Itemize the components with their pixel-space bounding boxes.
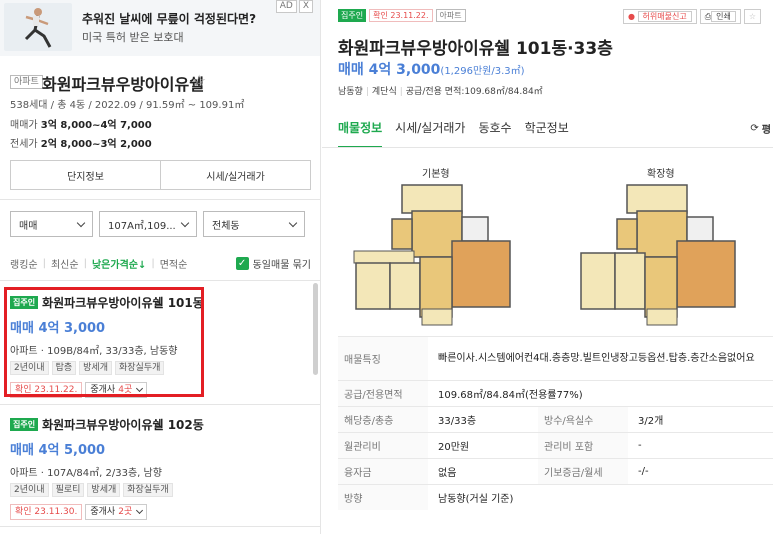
table-row: 방향 남동향(거실 기준) <box>338 484 773 510</box>
detail-title: 화원파크뷰우방아이유쉘 101동·33층 <box>338 39 613 59</box>
ad-banner[interactable]: 추워진 날씨에 무릎이 걱정된다면? 미국 특허 받은 보호대 AD X <box>0 0 320 56</box>
agent-count-button[interactable]: 중개사 2곳 <box>85 504 148 520</box>
floorplan-ext-image[interactable] <box>577 181 737 327</box>
tab-price-history[interactable]: 시세/실거래가 <box>395 112 465 148</box>
row-value: 20만원 <box>438 442 470 453</box>
row-label: 해당층/총층 <box>338 407 428 432</box>
detail-tabs: 매물정보 시세/실거래가 동호수 학군정보 <box>338 112 569 148</box>
table-row: 해당층/총층 33/33층 방수/욕실수 3/2개 <box>338 406 773 432</box>
pyeong-toggle[interactable]: ⟳ 평 <box>750 121 771 136</box>
listing-price: 매매 4억 5,000 <box>10 443 106 458</box>
row-label: 월관리비 <box>338 433 428 458</box>
floorplan-ext-label: 확장형 <box>647 169 675 180</box>
row-value: 109.68㎡/84.84㎡(전용률77%) <box>438 390 583 401</box>
confirm-date-badge: 확인 23.11.30. <box>10 504 83 520</box>
refresh-icon: ⟳ <box>750 123 759 134</box>
detail-summary: 남동향 | 계단식 | 공급/전용 면적:109.68㎡/84.84㎡ <box>338 87 543 97</box>
sort-low-price[interactable]: 낮은가격순↓ <box>92 256 146 271</box>
row-value: - <box>638 440 642 451</box>
row-label: 융자금 <box>338 459 428 484</box>
listing-tag: 필로티 <box>51 483 85 497</box>
chevron-down-icon <box>180 218 190 227</box>
tab-school-info[interactable]: 학군정보 <box>525 112 569 148</box>
row-value: 없음 <box>438 468 457 479</box>
listing-item[interactable]: 집주인 화원파크뷰우방아이유쉘 102동 매매 4억 5,000 아파트 · 10… <box>10 416 310 520</box>
sort-ranking[interactable]: 랭킹순 <box>10 256 38 271</box>
listing-panel: 추워진 날씨에 무릎이 걱정된다면? 미국 특허 받은 보호대 AD X 아파트… <box>0 0 321 534</box>
rent-price-range: 전세가 2억 8,000~3억 2,000 <box>10 139 152 150</box>
owner-badge: 집주인 <box>338 9 367 22</box>
ad-label[interactable]: AD <box>275 0 297 13</box>
price-history-button[interactable]: 시세/실거래가 <box>160 161 310 189</box>
floorplan-basic-label: 기본형 <box>422 169 450 180</box>
listing-detail: 아파트 · 107A/84㎡, 2/33층, 남향 <box>10 468 162 479</box>
divider <box>0 199 320 200</box>
tab-unit-numbers[interactable]: 동호수 <box>478 112 511 148</box>
checkbox-checked-icon[interactable]: ✓ <box>235 257 249 270</box>
listing-tag: 방세개 <box>87 483 121 497</box>
detail-panel: 집주인 확인 23.11.22. 아파트 ● 허위매물신고 ⎙ 인쇄 ☆ 화원파크… <box>322 0 773 534</box>
listing-title: 집주인 화원파크뷰우방아이유쉘 102동 <box>10 416 310 433</box>
sort-latest[interactable]: 최신순 <box>51 256 79 271</box>
owner-badge: 집주인 <box>10 418 39 431</box>
table-row: 매물특징 빠른이사.시스템에어컨4대.층층망.빌트인냉장고등옵션.탑층.층간소음… <box>338 336 773 380</box>
row-label: 기보증금/월세 <box>538 459 628 484</box>
property-type-tag: 아파트 <box>435 9 466 22</box>
table-row: 월관리비 20만원 관리비 포함 - <box>338 432 773 458</box>
sort-bar: 랭킹순 | 최신순 | 낮은가격순↓ | 면적순 ✓ 동일매물 묶기 <box>10 256 311 271</box>
complex-info: 538세대 / 총 4동 / 2022.09 / 91.59㎡ ~ 109.91… <box>10 100 245 111</box>
chevron-down-icon <box>288 218 298 227</box>
chevron-down-icon <box>76 218 86 227</box>
group-same-toggle[interactable]: ✓ 동일매물 묶기 <box>235 256 311 271</box>
divider <box>0 526 320 527</box>
area-select[interactable]: 107A㎡,109... <box>99 211 197 237</box>
divider <box>0 404 320 405</box>
row-label: 방수/욕실수 <box>538 407 628 432</box>
ad-close-button[interactable]: X <box>298 0 313 13</box>
floorplan-basic-image[interactable] <box>352 181 512 327</box>
detail-price: 매매 4억 3,000(1,296만원/3.3㎡) <box>338 62 525 78</box>
favorite-star-icon[interactable]: ☆ <box>743 9 761 24</box>
ad-subtitle: 미국 특허 받은 보호대 <box>82 31 184 44</box>
ad-image <box>4 3 72 51</box>
highlight-box <box>4 287 204 397</box>
divider <box>0 280 320 281</box>
row-label: 매물특징 <box>338 337 428 380</box>
row-label: 관리비 포함 <box>538 433 628 458</box>
sort-area[interactable]: 면적순 <box>160 256 188 271</box>
print-button[interactable]: ⎙ 인쇄 <box>699 9 741 24</box>
complex-type-tag: 아파트 <box>10 75 43 89</box>
tab-listing-info[interactable]: 매물정보 <box>338 112 383 148</box>
row-value: -/- <box>638 466 649 477</box>
row-value: 33/33층 <box>438 416 477 427</box>
ad-title: 추워진 날씨에 무릎이 걱정된다면? <box>82 12 257 26</box>
row-value: 3/2개 <box>638 416 664 427</box>
listing-tag: 2년이내 <box>10 483 49 497</box>
listing-info-table: 매물특징 빠른이사.시스템에어컨4대.층층망.빌트인냉장고등옵션.탑층.층간소음… <box>338 336 773 510</box>
table-row: 공급/전용면적 109.68㎡/84.84㎡(전용률77%) <box>338 380 773 406</box>
sale-price-range: 매매가 3억 8,000~4억 7,000 <box>10 120 152 131</box>
row-label: 공급/전용면적 <box>338 381 428 406</box>
dong-select[interactable]: 전체동 <box>203 211 305 237</box>
row-value: 남동향(거실 기준) <box>438 494 514 505</box>
table-row: 융자금 없음 기보증금/월세 -/- <box>338 458 773 484</box>
row-label: 방향 <box>338 485 428 510</box>
scrollbar[interactable] <box>313 283 318 375</box>
complex-name: 화원파크뷰우방아이유쉘 <box>42 75 204 94</box>
divider <box>322 147 773 148</box>
report-fake-listing-button[interactable]: ● 허위매물신고 <box>622 9 697 24</box>
favorite-star-icon[interactable]: ☆ <box>192 71 206 90</box>
confirm-date-badge: 확인 23.11.22. <box>369 9 433 22</box>
trade-type-select[interactable]: 매매 <box>10 211 93 237</box>
row-value: 빠른이사.시스템에어컨4대.층층망.빌트인냉장고등옵션.탑층.층간소음없어요 <box>438 353 755 364</box>
listing-tag: 화장실두개 <box>123 483 173 497</box>
complex-info-button[interactable]: 단지정보 <box>11 161 160 189</box>
chevron-down-icon <box>136 506 144 515</box>
